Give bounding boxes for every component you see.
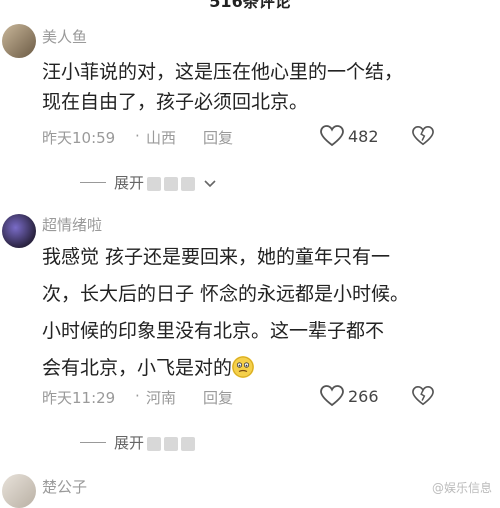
blurred-text bbox=[147, 436, 162, 451]
comment-meta: 昨天10:59 · 山西 回复 482 bbox=[42, 125, 482, 149]
like-count: 266 bbox=[348, 387, 379, 406]
comment-separator: · bbox=[135, 387, 140, 405]
blurred-text bbox=[164, 176, 179, 191]
thinking-emoji bbox=[232, 356, 255, 378]
broken-heart-icon[interactable] bbox=[412, 385, 434, 407]
comment-text: 汪小菲说的对，这是压在他心里的一个结， 现在自由了，孩子必须回北京。 bbox=[42, 57, 490, 117]
comment-count-header: 516条评论 bbox=[209, 0, 291, 11]
comment-line: 现在自由了，孩子必须回北京。 bbox=[42, 91, 309, 113]
avatar[interactable] bbox=[2, 214, 36, 248]
comment-line: 汪小菲说的对，这是压在他心里的一个结， bbox=[42, 61, 404, 83]
expand-replies-label: 展开 bbox=[114, 434, 145, 452]
replies-divider bbox=[80, 442, 106, 443]
broken-heart-icon[interactable] bbox=[412, 125, 434, 147]
comment-line: 会有北京，小飞是对的 bbox=[42, 353, 490, 383]
comment-separator: · bbox=[135, 127, 140, 145]
comment-location: 山西 bbox=[146, 129, 177, 147]
blurred-text bbox=[181, 176, 196, 191]
avatar[interactable] bbox=[2, 24, 36, 58]
comment-line: 小时候的印象里没有北京。这一辈子都不 bbox=[42, 320, 385, 342]
comment-line: 我感觉 孩子还是要回来，她的童年只有一 bbox=[42, 246, 391, 268]
avatar[interactable] bbox=[2, 474, 36, 508]
comment-username[interactable]: 楚公子 bbox=[42, 476, 87, 497]
heart-icon[interactable] bbox=[320, 125, 344, 147]
replies-divider bbox=[80, 182, 106, 183]
comment-location: 河南 bbox=[146, 389, 177, 407]
reply-button[interactable]: 回复 bbox=[203, 387, 233, 408]
comment-meta: 昨天11:29 · 河南 回复 266 bbox=[42, 385, 482, 409]
comment-username[interactable]: 美人鱼 bbox=[42, 26, 87, 47]
blurred-text bbox=[147, 176, 162, 191]
comment-time: 昨天11:29 bbox=[42, 389, 116, 407]
reply-button[interactable]: 回复 bbox=[203, 127, 233, 148]
watermark: @娱乐信息 bbox=[431, 481, 492, 495]
expand-replies-label: 展开 bbox=[114, 174, 145, 192]
comment-username[interactable]: 超情绪啦 bbox=[42, 214, 102, 235]
comment-line: 次，长大后的日子 怀念的永远都是小时候。 bbox=[42, 283, 410, 305]
comment-line-text: 会有北京，小飞是对的 bbox=[42, 357, 233, 379]
heart-icon[interactable] bbox=[320, 385, 344, 407]
comment-time: 昨天10:59 bbox=[42, 129, 116, 147]
blurred-text bbox=[181, 436, 196, 451]
comment-text: 我感觉 孩子还是要回来，她的童年只有一 次，长大后的日子 怀念的永远都是小时候。… bbox=[42, 242, 490, 383]
blurred-text bbox=[164, 436, 179, 451]
like-count: 482 bbox=[348, 127, 379, 146]
chevron-down-icon bbox=[204, 179, 216, 187]
